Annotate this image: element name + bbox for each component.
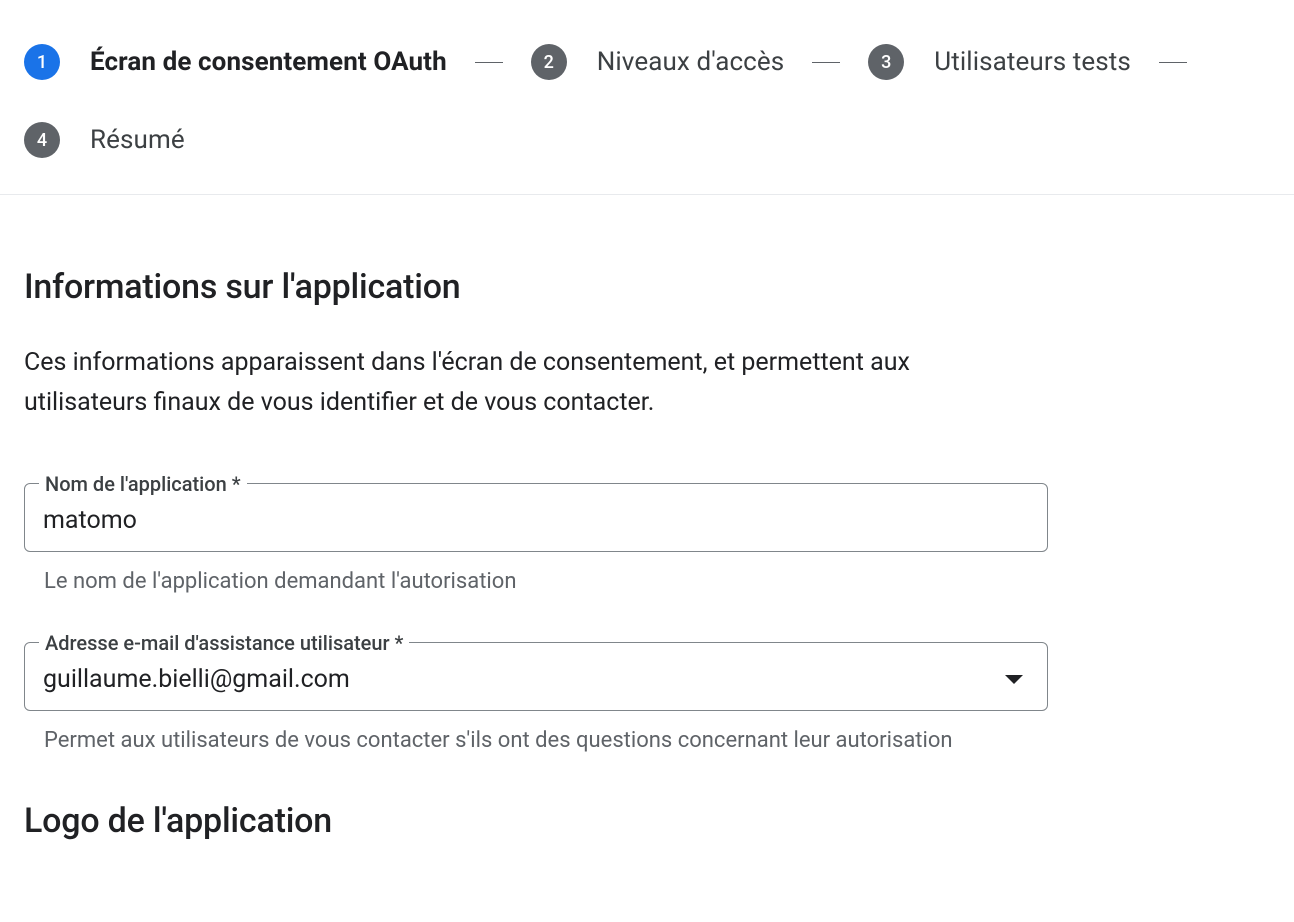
app-name-field: Nom de l'application * Le nom de l'appli… [24,483,1048,598]
support-email-field: Adresse e-mail d'assistance utilisateur … [24,642,1048,757]
step-1-label: Écran de consentement OAuth [90,47,447,77]
step-2-number: 2 [531,44,567,80]
support-email-box[interactable]: Adresse e-mail d'assistance utilisateur … [24,642,1048,711]
step-3-number: 3 [868,44,904,80]
app-name-input[interactable] [43,506,1029,535]
chevron-down-icon [1005,675,1023,684]
step-4[interactable]: 4 Résumé [24,122,185,158]
step-1-number: 1 [24,44,60,80]
step-separator-icon [812,62,840,63]
section-title-app-info: Informations sur l'application [24,267,1036,307]
step-1[interactable]: 1 Écran de consentement OAuth [24,44,447,80]
stepper: 1 Écran de consentement OAuth 2 Niveaux … [0,0,1294,195]
support-email-value: guillaume.bielli@gmail.com [43,665,350,694]
app-name-help: Le nom de l'application demandant l'auto… [44,566,1004,598]
section-description: Ces informations apparaissent dans l'écr… [24,343,1004,423]
step-separator-icon [1159,62,1187,63]
support-email-help: Permet aux utilisateurs de vous contacte… [44,725,1004,757]
app-name-label: Nom de l'application * [39,472,247,496]
content: Informations sur l'application Ces infor… [0,195,1060,841]
app-name-box[interactable]: Nom de l'application * [24,483,1048,552]
support-email-label: Adresse e-mail d'assistance utilisateur … [39,631,409,655]
step-2-label: Niveaux d'accès [597,47,785,77]
step-3-label: Utilisateurs tests [934,47,1131,77]
section-title-logo: Logo de l'application [24,801,1036,841]
step-3[interactable]: 3 Utilisateurs tests [868,44,1131,80]
step-2[interactable]: 2 Niveaux d'accès [531,44,785,80]
step-4-label: Résumé [90,125,185,155]
step-separator-icon [475,62,503,63]
support-email-select[interactable]: guillaume.bielli@gmail.com [43,665,1029,694]
step-4-number: 4 [24,122,60,158]
